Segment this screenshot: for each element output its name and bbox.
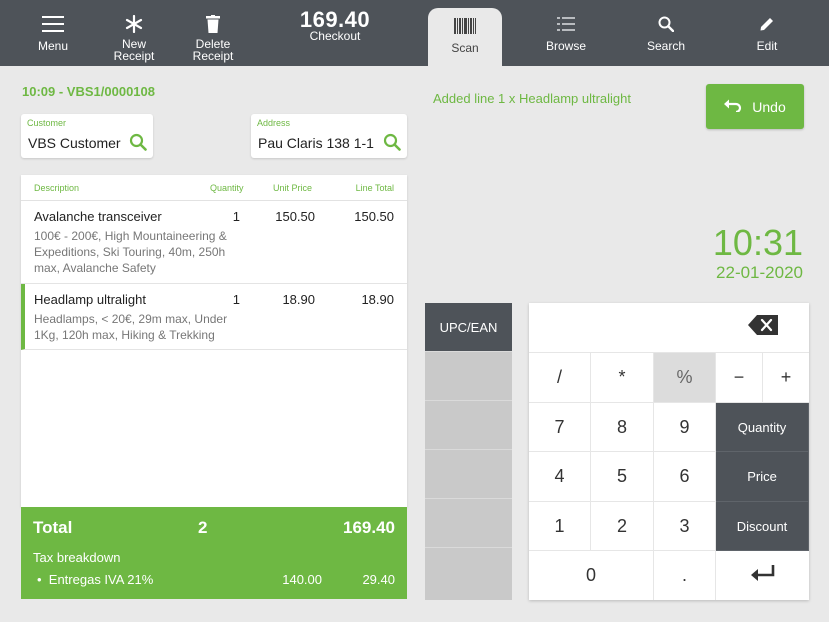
key-8[interactable]: 8 <box>591 403 654 452</box>
search-icon <box>630 14 702 34</box>
total-count: 2 <box>198 518 208 537</box>
clock-date: 22-01-2020 <box>716 263 803 282</box>
keypad: / * % − + 7 8 9 Quantity 4 5 6 Price 1 2… <box>529 303 809 600</box>
quantity-button[interactable]: Quantity <box>716 403 809 452</box>
tax-breakdown-title: Tax breakdown <box>33 550 121 565</box>
trash-icon <box>178 14 248 34</box>
customer-value: VBS Customer <box>28 135 121 151</box>
key-3[interactable]: 3 <box>654 502 716 551</box>
hamburger-icon <box>18 14 88 34</box>
lines-header: Description Quantity Unit Price Line Tot… <box>21 175 407 201</box>
key-6[interactable]: 6 <box>654 452 716 502</box>
side-empty-slot <box>425 450 512 499</box>
side-empty-slot <box>425 352 512 401</box>
checkout-button[interactable]: 169.40 Checkout <box>285 0 385 66</box>
key-1[interactable]: 1 <box>529 502 591 551</box>
tax-base: 140.00 <box>282 572 322 587</box>
discount-button[interactable]: Discount <box>716 502 809 551</box>
address-value: Pau Claris 138 1-1 <box>258 135 374 151</box>
side-empty-slot <box>425 548 512 597</box>
enter-button[interactable] <box>716 551 809 600</box>
tab-browse[interactable]: Browse <box>530 0 602 66</box>
key-4[interactable]: 4 <box>529 452 591 502</box>
search-icon[interactable] <box>383 133 401 151</box>
receipt-id: 10:09 - VBS1/0000108 <box>22 84 155 99</box>
delete-receipt-label: Delete Receipt <box>192 37 234 63</box>
enter-icon <box>750 565 775 586</box>
undo-button[interactable]: Undo <box>706 84 804 129</box>
upc-ean-button[interactable]: UPC/EAN <box>425 303 512 352</box>
backspace-icon <box>747 315 778 340</box>
key-plus[interactable]: + <box>763 353 809 403</box>
tab-search[interactable]: Search <box>630 0 702 66</box>
checkout-total: 169.40 <box>299 7 371 32</box>
total-bar[interactable]: Total 2 169.40 Tax breakdown • Entregas … <box>21 507 407 599</box>
side-empty-slot <box>425 499 512 548</box>
tax-line-label: • Entregas IVA 21% <box>37 572 154 587</box>
key-percent[interactable]: % <box>654 353 716 403</box>
customer-field[interactable]: Customer VBS Customer <box>21 114 153 158</box>
asterisk-icon <box>99 14 169 34</box>
undo-icon <box>724 98 742 115</box>
key-9[interactable]: 9 <box>654 403 716 452</box>
key-slash[interactable]: / <box>529 353 591 403</box>
keypad-display[interactable] <box>529 303 716 353</box>
top-toolbar: Menu New Receipt Delete Receipt 169.40 Che… <box>0 0 829 66</box>
key-2[interactable]: 2 <box>591 502 654 551</box>
address-field[interactable]: Address Pau Claris 138 1-1 <box>251 114 407 158</box>
status-message: Added line 1 x Headlamp ultralight <box>433 91 632 106</box>
receipt-lines: Description Quantity Unit Price Line Tot… <box>21 175 407 507</box>
key-5[interactable]: 5 <box>591 452 654 502</box>
delete-receipt-button[interactable]: Delete Receipt <box>178 0 248 66</box>
tab-edit[interactable]: Edit <box>731 0 803 66</box>
key-dot[interactable]: . <box>654 551 716 600</box>
key-0[interactable]: 0 <box>529 551 654 600</box>
backspace-button[interactable] <box>716 303 809 353</box>
search-icon[interactable] <box>129 133 147 151</box>
side-empty-slot <box>425 401 512 450</box>
new-receipt-button[interactable]: New Receipt <box>99 0 169 66</box>
list-icon <box>530 14 602 34</box>
menu-button[interactable]: Menu <box>18 0 88 66</box>
scan-side-panel: UPC/EAN <box>425 303 512 600</box>
tab-scan[interactable]: Scan <box>428 8 502 66</box>
tax-amount: 29.40 <box>362 572 395 587</box>
key-7[interactable]: 7 <box>529 403 591 452</box>
key-minus[interactable]: − <box>716 353 763 403</box>
total-amount: 169.40 <box>343 518 395 537</box>
receipt-line-selected[interactable]: Headlamp ultralight 1 18.90 18.90 Headla… <box>21 284 407 350</box>
barcode-icon <box>428 16 502 36</box>
new-receipt-label: New Receipt <box>113 37 155 63</box>
price-button[interactable]: Price <box>716 452 809 502</box>
receipt-line[interactable]: Avalanche transceiver 1 150.50 150.50 10… <box>21 201 407 284</box>
key-star[interactable]: * <box>591 353 654 403</box>
clock-time: 10:31 <box>712 222 803 263</box>
pencil-icon <box>731 14 803 34</box>
